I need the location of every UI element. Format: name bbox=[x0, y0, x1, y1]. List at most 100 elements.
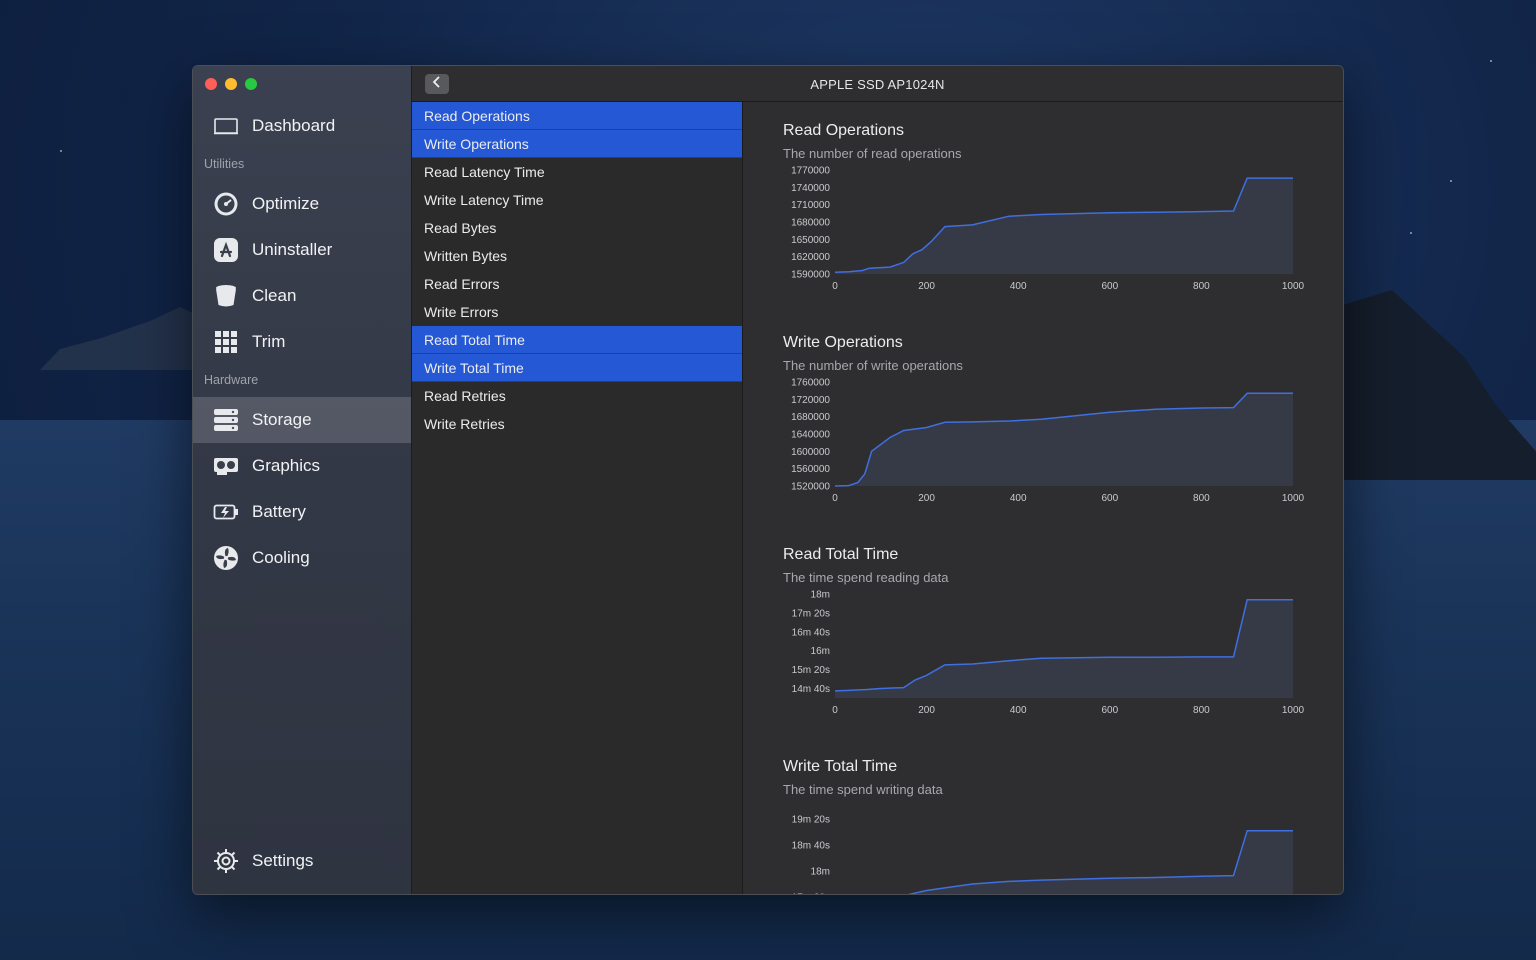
y-tick-label: 14m 40s bbox=[792, 684, 830, 695]
metric-item[interactable]: Read Total Time bbox=[412, 326, 742, 354]
y-tick-label: 17m 20s bbox=[792, 608, 830, 619]
x-tick-label: 600 bbox=[1101, 281, 1118, 292]
zoom-window-button[interactable] bbox=[245, 78, 257, 90]
x-tick-label: 200 bbox=[918, 705, 935, 716]
metric-item[interactable]: Write Total Time bbox=[412, 354, 742, 382]
chart-title: Write Operations bbox=[783, 334, 903, 351]
metric-item[interactable]: Read Operations bbox=[412, 102, 742, 130]
sidebar-item-label: Uninstaller bbox=[252, 240, 333, 259]
metric-item[interactable]: Write Latency Time bbox=[412, 186, 742, 214]
close-window-button[interactable] bbox=[205, 78, 217, 90]
sidebar-item-clean[interactable]: Clean bbox=[193, 273, 411, 319]
x-tick-label: 400 bbox=[1010, 705, 1027, 716]
sidebar-item-label: Graphics bbox=[252, 456, 321, 475]
x-tick-label: 0 bbox=[832, 705, 838, 716]
metric-item[interactable]: Read Latency Time bbox=[412, 158, 742, 186]
y-tick-label: 1760000 bbox=[791, 378, 830, 389]
y-tick-label: 18m 40s bbox=[792, 841, 830, 852]
y-tick-label: 1600000 bbox=[791, 447, 830, 458]
laptop-icon bbox=[213, 113, 239, 139]
y-tick-label: 1520000 bbox=[791, 482, 830, 493]
y-tick-label: 1740000 bbox=[791, 183, 830, 194]
y-tick-label: 1590000 bbox=[791, 270, 830, 281]
storage-icon bbox=[213, 407, 239, 433]
metric-item[interactable]: Write Retries bbox=[412, 410, 742, 438]
x-tick-label: 800 bbox=[1193, 493, 1210, 504]
metric-item[interactable]: Read Bytes bbox=[412, 214, 742, 242]
y-tick-label: 17m 20s bbox=[792, 893, 830, 895]
chart-block: Read Total Time The time spend reading da… bbox=[783, 546, 1313, 716]
sidebar-item-dashboard[interactable]: Dashboard bbox=[193, 103, 411, 149]
y-tick-label: 16m bbox=[811, 646, 830, 657]
metric-item[interactable]: Read Retries bbox=[412, 382, 742, 410]
charts-panel: Read Operations The number of read operat… bbox=[743, 102, 1343, 894]
x-tick-label: 400 bbox=[1010, 493, 1027, 504]
y-tick-label: 1620000 bbox=[791, 252, 830, 263]
x-tick-label: 0 bbox=[832, 493, 838, 504]
sidebar-item-storage[interactable]: Storage bbox=[193, 397, 411, 443]
x-tick-label: 800 bbox=[1193, 705, 1210, 716]
x-tick-label: 400 bbox=[1010, 281, 1027, 292]
sidebar-item-label: Dashboard bbox=[252, 116, 336, 135]
window-controls bbox=[205, 78, 257, 90]
chart-subtitle: The number of read operations bbox=[783, 146, 962, 161]
main-panel: APPLE SSD AP1024N Read Operations Write O… bbox=[412, 66, 1343, 894]
x-tick-label: 0 bbox=[832, 281, 838, 292]
y-tick-label: 1650000 bbox=[791, 235, 830, 246]
sidebar-item-settings[interactable]: Settings bbox=[193, 838, 411, 884]
y-tick-label: 1680000 bbox=[791, 218, 830, 229]
chart-title: Read Operations bbox=[783, 122, 904, 139]
x-tick-label: 200 bbox=[918, 493, 935, 504]
sidebar-item-cooling[interactable]: Cooling bbox=[193, 535, 411, 581]
trash-icon bbox=[213, 283, 239, 309]
y-tick-label: 1680000 bbox=[791, 412, 830, 423]
y-tick-label: 16m 40s bbox=[792, 627, 830, 638]
x-tick-label: 1000 bbox=[1282, 281, 1305, 292]
gear-icon bbox=[213, 848, 239, 874]
chart-block: Write Operations The number of write oper… bbox=[783, 334, 1313, 504]
y-tick-label: 15m 20s bbox=[792, 665, 830, 676]
y-tick-label: 18m bbox=[811, 590, 830, 601]
chart-subtitle: The time spend reading data bbox=[783, 570, 949, 585]
sidebar-item-graphics[interactable]: Graphics bbox=[193, 443, 411, 489]
chart-title: Read Total Time bbox=[783, 546, 899, 563]
chart-plot: 1520000 1560000 1600000 1640000 1680000 17200… bbox=[791, 378, 1305, 505]
wallpaper-island bbox=[1330, 290, 1536, 480]
chart-plot: 14m 40s 15m 20s 16m 16m 40s 17m 20s 18m 0 200 40… bbox=[792, 590, 1305, 717]
titlebar: APPLE SSD AP1024N bbox=[412, 66, 1343, 102]
y-tick-label: 19m 20s bbox=[792, 815, 830, 826]
sidebar-item-battery[interactable]: Battery bbox=[193, 489, 411, 535]
y-tick-label: 1770000 bbox=[791, 166, 830, 177]
metric-item[interactable]: Write Errors bbox=[412, 298, 742, 326]
app-window: Dashboard Utilities Optimize Uninstaller… bbox=[192, 65, 1344, 895]
app-store-icon bbox=[213, 237, 239, 263]
chart-title: Write Total Time bbox=[783, 758, 898, 775]
grid-icon bbox=[213, 329, 239, 355]
battery-icon bbox=[213, 499, 239, 525]
sidebar-item-label: Optimize bbox=[252, 194, 320, 213]
section-label-utilities: Utilities bbox=[204, 157, 245, 171]
x-tick-label: 600 bbox=[1101, 493, 1118, 504]
chart-block: Read Operations The number of read operat… bbox=[783, 122, 1313, 292]
minimize-window-button[interactable] bbox=[225, 78, 237, 90]
fan-icon bbox=[213, 545, 239, 571]
y-tick-label: 18m bbox=[811, 867, 830, 878]
sidebar: Dashboard Utilities Optimize Uninstaller… bbox=[193, 66, 412, 894]
sidebar-item-uninstaller[interactable]: Uninstaller bbox=[193, 227, 411, 273]
metric-item[interactable]: Written Bytes bbox=[412, 242, 742, 270]
sidebar-item-optimize[interactable]: Optimize bbox=[193, 181, 411, 227]
y-tick-label: 1710000 bbox=[791, 200, 830, 211]
metric-item[interactable]: Write Operations bbox=[412, 130, 742, 158]
x-tick-label: 1000 bbox=[1282, 705, 1305, 716]
metric-item[interactable]: Read Errors bbox=[412, 270, 742, 298]
star bbox=[1410, 232, 1412, 234]
sidebar-item-label: Battery bbox=[252, 502, 306, 521]
sidebar-item-trim[interactable]: Trim bbox=[193, 319, 411, 365]
section-label-hardware: Hardware bbox=[204, 373, 259, 387]
x-tick-label: 1000 bbox=[1282, 493, 1305, 504]
gpu-icon bbox=[213, 453, 239, 479]
sidebar-item-label: Cooling bbox=[252, 548, 310, 567]
chart-subtitle: The number of write operations bbox=[783, 358, 963, 373]
x-tick-label: 800 bbox=[1193, 281, 1210, 292]
chart-block: Write Total Time The time spend writing d… bbox=[783, 758, 1313, 894]
